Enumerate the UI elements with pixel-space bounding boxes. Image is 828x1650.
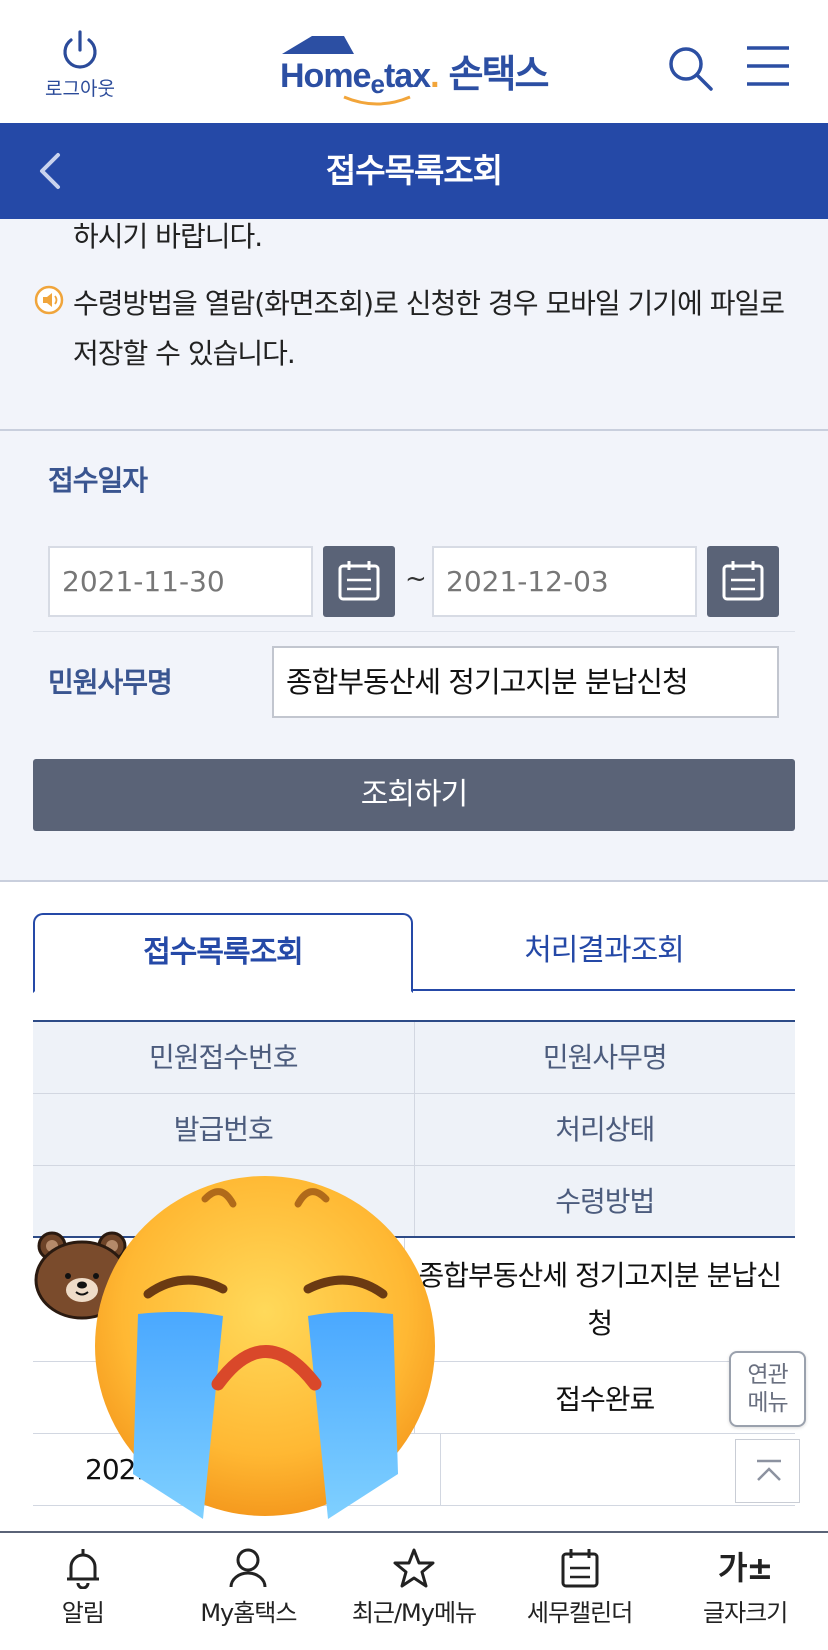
notice-item: 수령방법을 열람(화면조회)로 신청한 경우 모바일 기기에 파일로 저장할 수… <box>34 279 794 379</box>
related-menu-line2: 메뉴 <box>747 1390 788 1416</box>
page-title-bar: 접수목록조회 <box>0 123 828 219</box>
calendar-icon <box>561 1549 599 1588</box>
header-status: 처리상태 <box>413 1094 796 1165</box>
tab-processing-result[interactable]: 처리결과조회 <box>413 913 795 991</box>
related-menu-button[interactable]: 연관 메뉴 <box>729 1351 806 1427</box>
search-button[interactable] <box>666 44 716 94</box>
search-icon <box>669 47 713 91</box>
search-submit-button[interactable]: 조회하기 <box>33 759 795 831</box>
nav-label: 최근/My메뉴 <box>351 1599 477 1627</box>
crying-face-emoji <box>95 1176 435 1519</box>
service-name-input[interactable]: 종합부동산세 정기고지분 분납신청 <box>272 646 779 718</box>
hometax-logo[interactable]: Homeetax. 손택스 <box>280 36 550 105</box>
nav-label: 세무캘린더 <box>526 1599 633 1627</box>
nav-item-alerts[interactable]: 알림 <box>0 1533 166 1650</box>
result-tabs: 접수목록조회 처리결과조회 <box>33 913 795 993</box>
logo-swoosh-icon <box>343 95 411 105</box>
cell-service-name: 종합부동산세 정기고지분 분납신청 <box>403 1238 796 1361</box>
nav-item-recent-menu[interactable]: 최근/My메뉴 <box>331 1533 497 1650</box>
form-divider <box>33 631 795 632</box>
logout-button[interactable]: 로그아웃 <box>38 30 122 101</box>
date-to-calendar-button[interactable] <box>707 546 779 617</box>
header-issue-number: 발급번호 <box>173 1113 274 1146</box>
date-range-tilde: ~ <box>405 564 427 594</box>
logo-korean: 손택스 <box>448 51 550 96</box>
logo-dot: . <box>430 56 440 95</box>
nav-label: 글자크기 <box>703 1599 788 1627</box>
date-to-input[interactable]: 2021-12-03 <box>432 546 697 617</box>
speaker-icon <box>34 285 64 315</box>
menu-button[interactable] <box>745 44 791 88</box>
service-label: 민원사무명 <box>48 666 173 699</box>
nav-label: 알림 <box>61 1599 105 1627</box>
scroll-top-button[interactable] <box>735 1439 800 1503</box>
hamburger-menu-icon <box>747 46 789 86</box>
tab-receipt-list[interactable]: 접수목록조회 <box>33 913 413 993</box>
header-service-name: 민원사무명 <box>413 1022 796 1093</box>
scroll-top-icon <box>757 1459 781 1481</box>
table-header-row: 발급번호 처리상태 <box>33 1094 795 1166</box>
page-title: 접수목록조회 <box>325 151 503 190</box>
app-header: 로그아웃 Homeetax. 손택스 <box>0 0 828 123</box>
notice-partial-line: 하시기 바랍니다. <box>73 220 263 253</box>
nav-item-text-size[interactable]: 가± 글자크기 <box>662 1533 828 1650</box>
bottom-navigation: 알림 My홈택스 최근/My메뉴 세무캘린더 가± 글자크기 <box>0 1531 828 1650</box>
nav-item-my-hometax[interactable]: My홈택스 <box>166 1533 332 1650</box>
header-receive-method: 수령방법 <box>413 1166 796 1236</box>
date-label: 접수일자 <box>48 464 148 497</box>
logo-word: Homeetax. <box>280 56 440 105</box>
house-roof-icon <box>282 36 354 54</box>
header-receipt-number: 민원접수번호 <box>148 1041 299 1074</box>
calendar-icon <box>722 561 764 601</box>
related-menu-line1: 연관 <box>747 1362 788 1388</box>
date-from-input[interactable]: 2021-11-30 <box>48 546 313 617</box>
notice-box: 하시기 바랍니다. 수령방법을 열람(화면조회)로 신청한 경우 모바일 기기에… <box>0 219 828 431</box>
logo-word-tax: tax <box>383 56 431 95</box>
logo-word-home: Home <box>280 56 371 95</box>
notice-item-text: 수령방법을 열람(화면조회)로 신청한 경우 모바일 기기에 파일로 저장할 수… <box>73 287 785 370</box>
person-icon <box>229 1548 267 1588</box>
nav-label: My홈택스 <box>200 1599 297 1627</box>
star-icon <box>393 1548 435 1588</box>
bell-icon <box>66 1549 99 1589</box>
date-from-calendar-button[interactable] <box>323 546 395 617</box>
calendar-icon <box>338 561 380 601</box>
power-icon <box>63 30 97 69</box>
nav-item-tax-calendar[interactable]: 세무캘린더 <box>497 1533 663 1650</box>
search-form: 접수일자 2021-11-30 ~ 2021-12-03 민원사무명 종합부동산… <box>0 431 828 882</box>
text-size-icon: 가± <box>718 1549 773 1587</box>
table-header-row: 민원접수번호 민원사무명 <box>33 1022 795 1094</box>
logout-label: 로그아웃 <box>45 78 115 100</box>
